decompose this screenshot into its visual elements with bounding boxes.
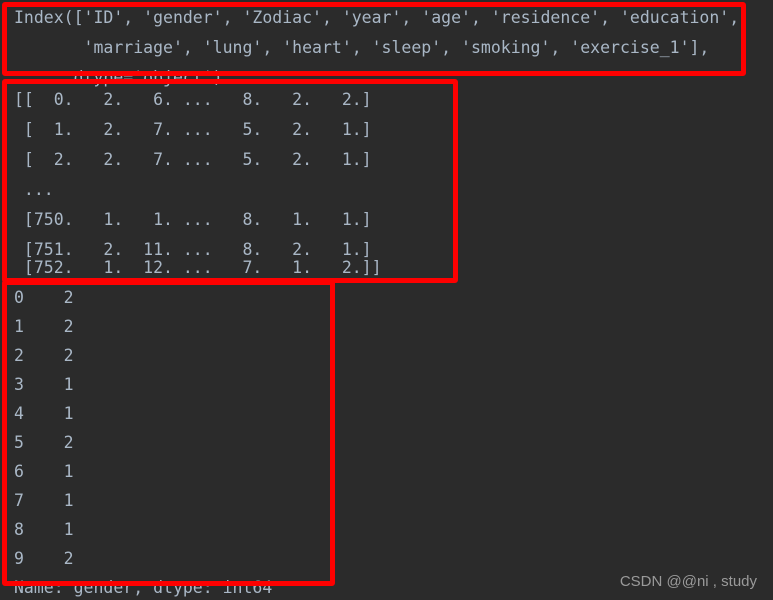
series-row: 9 2 (14, 549, 74, 568)
series-row: 4 1 (14, 404, 74, 423)
series-row: 5 2 (14, 433, 74, 452)
series-row: 6 1 (14, 462, 74, 481)
array-output-line: [752. 1. 12. ... 7. 1. 2.]] (14, 258, 382, 277)
console-output-pane: Index(['ID', 'gender', 'Zodiac', 'year',… (0, 0, 773, 600)
series-dtype-footer: Name: gender, dtype: int64 (14, 578, 273, 597)
index-output-line: dtype='object') (14, 68, 223, 87)
array-output-ellipsis: ... (14, 180, 54, 199)
series-row: 8 1 (14, 520, 74, 539)
watermark-text: CSDN @@ni , study (619, 573, 757, 590)
series-row: 0 2 (14, 288, 74, 307)
index-output-line: Index(['ID', 'gender', 'Zodiac', 'year',… (14, 8, 740, 27)
series-row: 3 1 (14, 375, 74, 394)
array-output-line: [ 1. 2. 7. ... 5. 2. 1.] (14, 120, 372, 139)
series-row: 7 1 (14, 491, 74, 510)
array-output-line: [[ 0. 2. 6. ... 8. 2. 2.] (14, 90, 372, 109)
series-row: 1 2 (14, 317, 74, 336)
index-output-line: 'marriage', 'lung', 'heart', 'sleep', 's… (14, 38, 710, 57)
array-output-line: [751. 2. 11. ... 8. 2. 1.] (14, 240, 372, 259)
array-output-line: [750. 1. 1. ... 8. 1. 1.] (14, 210, 372, 229)
array-output-line: [ 2. 2. 7. ... 5. 2. 1.] (14, 150, 372, 169)
series-row: 2 2 (14, 346, 74, 365)
